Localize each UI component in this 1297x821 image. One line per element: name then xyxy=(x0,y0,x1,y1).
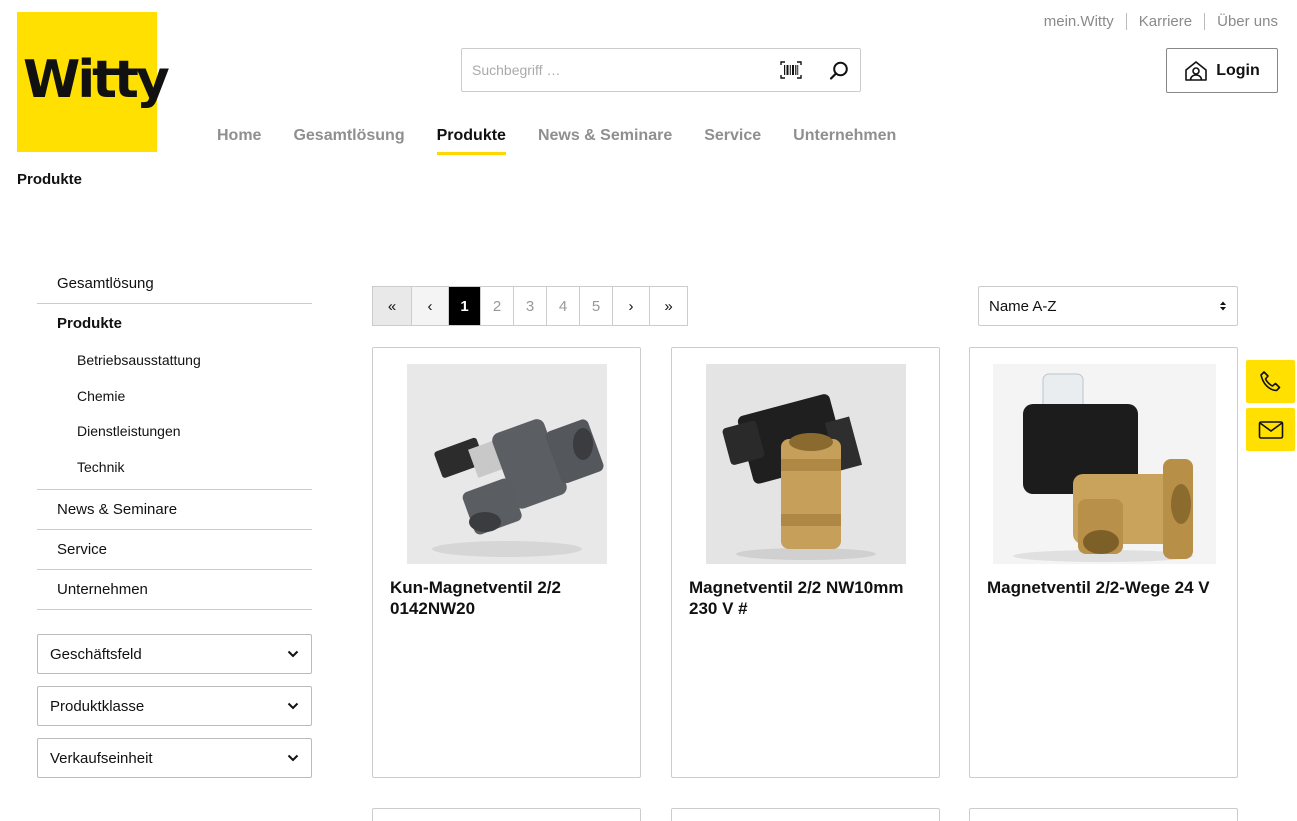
pagination-page-3[interactable]: 3 xyxy=(513,287,546,325)
pagination-page-1[interactable]: 1 xyxy=(448,287,480,325)
utility-link-mein-witty[interactable]: mein.Witty xyxy=(1032,13,1126,30)
product-card[interactable]: Magnetventil 2/2 NW10mm 230 V # xyxy=(671,347,940,778)
category-sidebar: Gesamtlösung Produkte Betriebsausstattun… xyxy=(37,264,312,610)
chevron-down-icon xyxy=(287,754,299,762)
sort-arrows-icon xyxy=(1220,301,1226,311)
product-image xyxy=(407,364,607,564)
login-button[interactable]: Login xyxy=(1166,48,1278,93)
sidebar-subitem-betriebsausstattung[interactable]: Betriebsausstattung xyxy=(37,343,312,379)
product-image xyxy=(706,364,906,564)
logo-text: Witty xyxy=(23,50,170,110)
nav-news-seminare[interactable]: News & Seminare xyxy=(538,127,672,155)
nav-home[interactable]: Home xyxy=(217,127,261,155)
mail-icon xyxy=(1258,420,1283,439)
product-title[interactable]: Magnetventil 2/2-Wege 24 V xyxy=(987,577,1223,598)
sidebar-item-unternehmen[interactable]: Unternehmen xyxy=(37,570,312,610)
search-icon[interactable] xyxy=(828,60,850,82)
product-card[interactable] xyxy=(969,808,1238,821)
page-title: Produkte xyxy=(17,171,83,188)
product-title[interactable]: Kun-Magnetventil 2/2 0142NW20 xyxy=(390,577,626,619)
product-image xyxy=(993,364,1216,564)
pagination-page-5[interactable]: 5 xyxy=(579,287,612,325)
barcode-scan-icon[interactable] xyxy=(780,61,802,79)
pagination-first-button[interactable]: « xyxy=(373,287,411,325)
phone-contact-button[interactable] xyxy=(1246,360,1295,403)
pagination-prev-button[interactable]: ‹ xyxy=(411,287,448,325)
nav-unternehmen[interactable]: Unternehmen xyxy=(793,127,896,155)
sidebar-group-produkte: Produkte Betriebsausstattung Chemie Dien… xyxy=(37,304,312,490)
product-card[interactable] xyxy=(671,808,940,821)
sidebar-subitem-chemie[interactable]: Chemie xyxy=(37,379,312,415)
chevron-down-icon xyxy=(287,702,299,710)
filter-geschaeftsfeld[interactable]: Geschäftsfeld xyxy=(37,634,312,674)
witty-logo[interactable]: Witty xyxy=(17,12,170,152)
search-input[interactable] xyxy=(462,49,762,91)
sidebar-item-produkte[interactable]: Produkte xyxy=(37,304,312,343)
pagination-last-button[interactable]: » xyxy=(649,287,687,325)
sidebar-item-gesamtloesung[interactable]: Gesamtlösung xyxy=(37,264,312,304)
filter-verkaufseinheit[interactable]: Verkaufseinheit xyxy=(37,738,312,778)
user-house-icon xyxy=(1185,60,1208,81)
utility-link-ueber-uns[interactable]: Über uns xyxy=(1204,13,1278,30)
pagination: « ‹ 1 2 3 4 5 › » xyxy=(372,286,688,326)
sort-selected-value: Name A-Z xyxy=(989,297,1057,315)
utility-link-karriere[interactable]: Karriere xyxy=(1125,13,1204,30)
login-label: Login xyxy=(1216,61,1260,79)
product-card[interactable]: Magnetventil 2/2-Wege 24 V xyxy=(969,347,1238,778)
main-nav: Home Gesamtlösung Produkte News & Semina… xyxy=(217,127,896,155)
product-card[interactable] xyxy=(372,808,641,821)
sidebar-subitem-technik[interactable]: Technik xyxy=(37,450,312,486)
sort-select[interactable]: Name A-Z xyxy=(978,286,1238,326)
utility-nav: mein.Witty Karriere Über uns xyxy=(1032,13,1278,30)
nav-gesamtloesung[interactable]: Gesamtlösung xyxy=(293,127,404,155)
pagination-page-2[interactable]: 2 xyxy=(480,287,513,325)
filter-label: Geschäftsfeld xyxy=(50,645,142,663)
mail-contact-button[interactable] xyxy=(1246,408,1295,451)
filter-produktklasse[interactable]: Produktklasse xyxy=(37,686,312,726)
pagination-page-4[interactable]: 4 xyxy=(546,287,579,325)
search-box xyxy=(461,48,861,92)
nav-service[interactable]: Service xyxy=(704,127,761,155)
product-title[interactable]: Magnetventil 2/2 NW10mm 230 V # xyxy=(689,577,925,619)
nav-produkte[interactable]: Produkte xyxy=(436,127,506,155)
sidebar-item-service[interactable]: Service xyxy=(37,530,312,570)
pagination-next-button[interactable]: › xyxy=(612,287,649,325)
product-card[interactable]: Kun-Magnetventil 2/2 0142NW20 xyxy=(372,347,641,778)
sidebar-subitem-dienstleistungen[interactable]: Dienstleistungen xyxy=(37,414,312,450)
phone-icon xyxy=(1259,370,1280,391)
chevron-down-icon xyxy=(287,650,299,658)
filter-label: Verkaufseinheit xyxy=(50,749,153,767)
sidebar-item-news-seminare[interactable]: News & Seminare xyxy=(37,490,312,530)
filter-label: Produktklasse xyxy=(50,697,145,715)
